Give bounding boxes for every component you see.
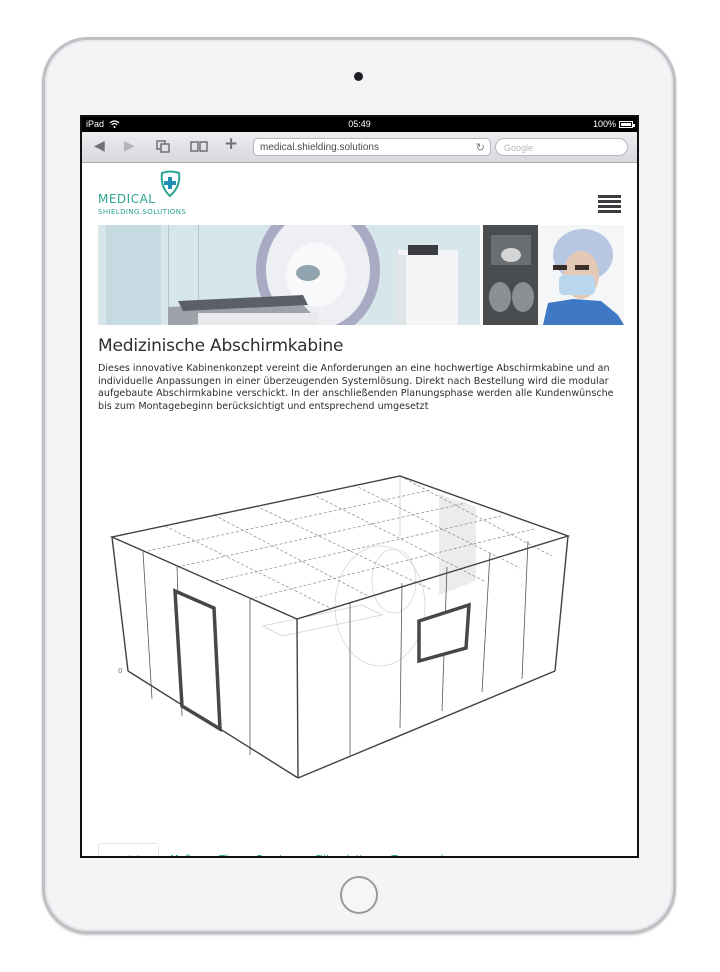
origin-label: 0 bbox=[118, 667, 122, 675]
camera bbox=[354, 72, 363, 81]
cabin-roof-grid bbox=[142, 475, 553, 609]
cabin-3d-drawing[interactable]: 0 bbox=[82, 163, 637, 858]
tab-tuer[interactable]: Tür bbox=[208, 843, 245, 856]
option-tabs: Ansicht Maße Tür Fenster Filterplatte To… bbox=[98, 843, 610, 856]
tab-filterplatte[interactable]: Filterplatte bbox=[304, 843, 380, 856]
battery-percent: 100% bbox=[592, 119, 616, 129]
screen: iPad 05:49 100% ◀ ▶ + medical.shielding.… bbox=[80, 115, 639, 858]
url-text: medical.shielding.solutions bbox=[260, 142, 379, 153]
clock: 05:49 bbox=[348, 119, 371, 129]
battery-icon bbox=[619, 120, 635, 128]
tab-tomograph[interactable]: Tomograph bbox=[380, 843, 458, 856]
status-bar: iPad 05:49 100% bbox=[82, 117, 637, 132]
url-field[interactable]: medical.shielding.solutions ↻ bbox=[253, 138, 491, 156]
tabs-icon[interactable] bbox=[156, 140, 170, 153]
home-button[interactable] bbox=[340, 876, 378, 914]
forward-icon[interactable]: ▶ bbox=[124, 138, 135, 154]
back-icon[interactable]: ◀ bbox=[94, 138, 105, 154]
bookmarks-icon[interactable] bbox=[190, 141, 208, 152]
add-icon[interactable]: + bbox=[224, 136, 238, 153]
window-frame bbox=[417, 602, 471, 664]
search-field[interactable]: Google bbox=[495, 138, 628, 156]
tab-masse[interactable]: Maße bbox=[159, 843, 208, 856]
tab-ansicht[interactable]: Ansicht bbox=[98, 843, 159, 856]
tab-fenster[interactable]: Fenster bbox=[245, 843, 304, 856]
browser-toolbar: ◀ ▶ + medical.shielding.solutions ↻ Goog… bbox=[82, 132, 637, 163]
reload-icon[interactable]: ↻ bbox=[476, 139, 485, 157]
